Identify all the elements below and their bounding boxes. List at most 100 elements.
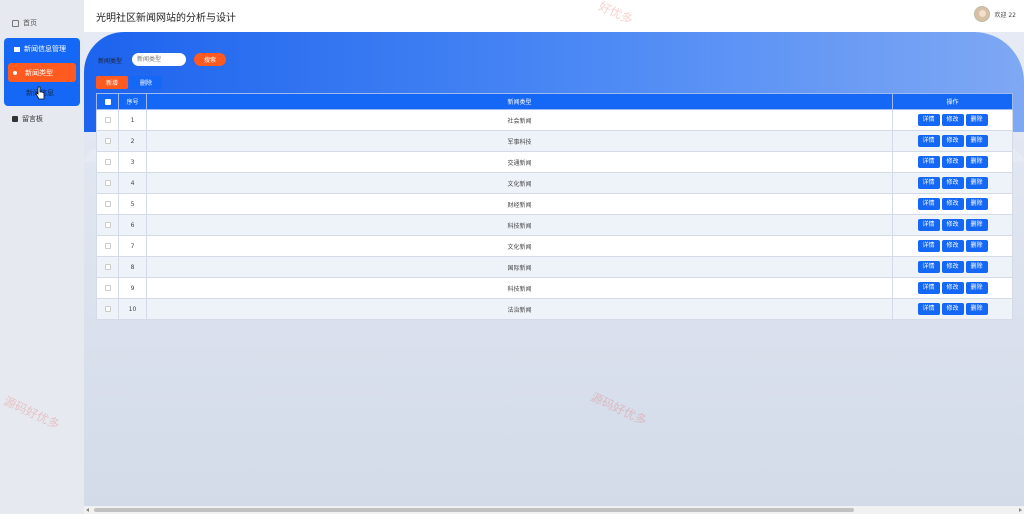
row-select-cell[interactable] [96,109,119,131]
row-actions: 详情 修改 删除 [892,130,1013,152]
row-select-cell[interactable] [96,151,119,173]
delete-button[interactable]: 删除 [965,156,988,168]
row-checkbox[interactable] [104,138,111,144]
row-actions: 详情 修改 删除 [892,256,1013,278]
sidebar-item-message-board[interactable]: 留言板 [12,114,43,124]
edit-button[interactable]: 修改 [941,114,964,126]
row-news-type: 财经新闻 [146,193,893,215]
user-name: 欢迎 22 [994,11,1016,19]
delete-button[interactable]: 删除 [965,135,988,147]
row-checkbox[interactable] [104,222,111,228]
row-index: 8 [118,256,147,278]
search-button[interactable]: 搜索 [194,53,226,66]
row-select-cell[interactable] [96,130,119,152]
scrollbar-thumb[interactable] [94,508,854,512]
row-actions: 详情 修改 删除 [892,109,1013,131]
detail-button[interactable]: 详情 [917,156,940,168]
table-row: 4 文化新闻 详情 修改 删除 [96,172,1013,194]
delete-button[interactable]: 删除 [965,198,988,210]
hand-cursor-icon [35,86,45,100]
row-select-cell[interactable] [96,172,119,194]
detail-button[interactable]: 详情 [917,135,940,147]
add-button[interactable]: 新增 [96,76,128,89]
row-select-cell[interactable] [96,277,119,299]
row-news-type: 国际新闻 [146,256,893,278]
row-select-cell[interactable] [96,193,119,215]
header: 光明社区新闻网站的分析与设计 欢迎 22 [84,0,1024,32]
row-select-cell[interactable] [96,214,119,236]
column-header: 序号 [118,93,147,110]
sidebar-group-title[interactable]: 新闻信息管理 [14,44,66,54]
sidebar-item-label: 留言板 [22,115,43,123]
edit-button[interactable]: 修改 [941,240,964,252]
row-select-cell[interactable] [96,256,119,278]
detail-button[interactable]: 详情 [917,282,940,294]
row-actions: 详情 修改 删除 [892,172,1013,194]
delete-button[interactable]: 删除 [965,282,988,294]
row-index: 4 [118,172,147,194]
user-menu[interactable]: 欢迎 22 [974,6,1016,22]
row-index: 10 [118,298,147,320]
row-checkbox[interactable] [104,285,111,291]
sidebar-item-home[interactable]: 首页 [12,18,37,28]
delete-button[interactable]: 删除 [965,303,988,315]
watermark: 源码好优多 [588,389,649,428]
scroll-left-icon[interactable] [86,508,89,512]
row-actions: 详情 修改 删除 [892,193,1013,215]
table-row: 9 科技新闻 详情 修改 删除 [96,277,1013,299]
delete-button[interactable]: 删除 [965,177,988,189]
edit-button[interactable]: 修改 [941,261,964,273]
detail-button[interactable]: 详情 [917,261,940,273]
delete-button[interactable]: 删除 [965,261,988,273]
row-checkbox[interactable] [104,264,111,270]
detail-button[interactable]: 详情 [917,219,940,231]
row-checkbox[interactable] [104,201,111,207]
row-checkbox[interactable] [104,180,111,186]
row-select-cell[interactable] [96,298,119,320]
select-all-cell[interactable] [96,93,119,110]
table-row: 1 社会新闻 详情 修改 删除 [96,109,1013,131]
column-header: 新闻类型 [146,93,893,110]
sidebar: 首页 新闻信息管理 新闻类型 新闻信息 留言板 [0,0,84,514]
column-header: 操作 [892,93,1013,110]
detail-button[interactable]: 详情 [917,198,940,210]
row-index: 2 [118,130,147,152]
delete-button[interactable]: 删除 [965,219,988,231]
delete-button[interactable]: 删除 [965,114,988,126]
row-checkbox[interactable] [104,243,111,249]
row-actions: 详情 修改 删除 [892,151,1013,173]
horizontal-scrollbar[interactable] [84,506,1024,514]
detail-button[interactable]: 详情 [917,303,940,315]
news-type-table: 序号 新闻类型 操作 1 社会新闻 详情 修改 删除 2 军事科技 详情 修改 删除 3 交通新闻 详情… [96,93,1013,320]
board-icon [12,116,18,122]
row-checkbox[interactable] [104,117,111,123]
row-checkbox[interactable] [104,159,111,165]
home-icon [12,19,19,27]
detail-button[interactable]: 详情 [917,240,940,252]
row-checkbox[interactable] [104,306,111,312]
select-all-checkbox[interactable] [104,98,111,105]
edit-button[interactable]: 修改 [941,177,964,189]
batch-delete-button[interactable]: 删除 [130,76,162,89]
delete-button[interactable]: 删除 [965,240,988,252]
row-index: 7 [118,235,147,257]
edit-button[interactable]: 修改 [941,156,964,168]
detail-button[interactable]: 详情 [917,177,940,189]
row-news-type: 军事科技 [146,130,893,152]
row-news-type: 科技新闻 [146,277,893,299]
row-select-cell[interactable] [96,235,119,257]
edit-button[interactable]: 修改 [941,219,964,231]
search-input[interactable] [132,53,186,66]
edit-button[interactable]: 修改 [941,282,964,294]
table-row: 6 科技新闻 详情 修改 删除 [96,214,1013,236]
detail-button[interactable]: 详情 [917,114,940,126]
table-row: 2 军事科技 详情 修改 删除 [96,130,1013,152]
edit-button[interactable]: 修改 [941,135,964,147]
edit-button[interactable]: 修改 [941,198,964,210]
sidebar-item-news-type[interactable]: 新闻类型 [8,63,76,82]
row-news-type: 文化新闻 [146,172,893,194]
row-news-type: 法治新闻 [146,298,893,320]
sidebar-group-label: 新闻信息管理 [24,45,66,53]
edit-button[interactable]: 修改 [941,303,964,315]
scroll-right-icon[interactable] [1019,508,1022,512]
